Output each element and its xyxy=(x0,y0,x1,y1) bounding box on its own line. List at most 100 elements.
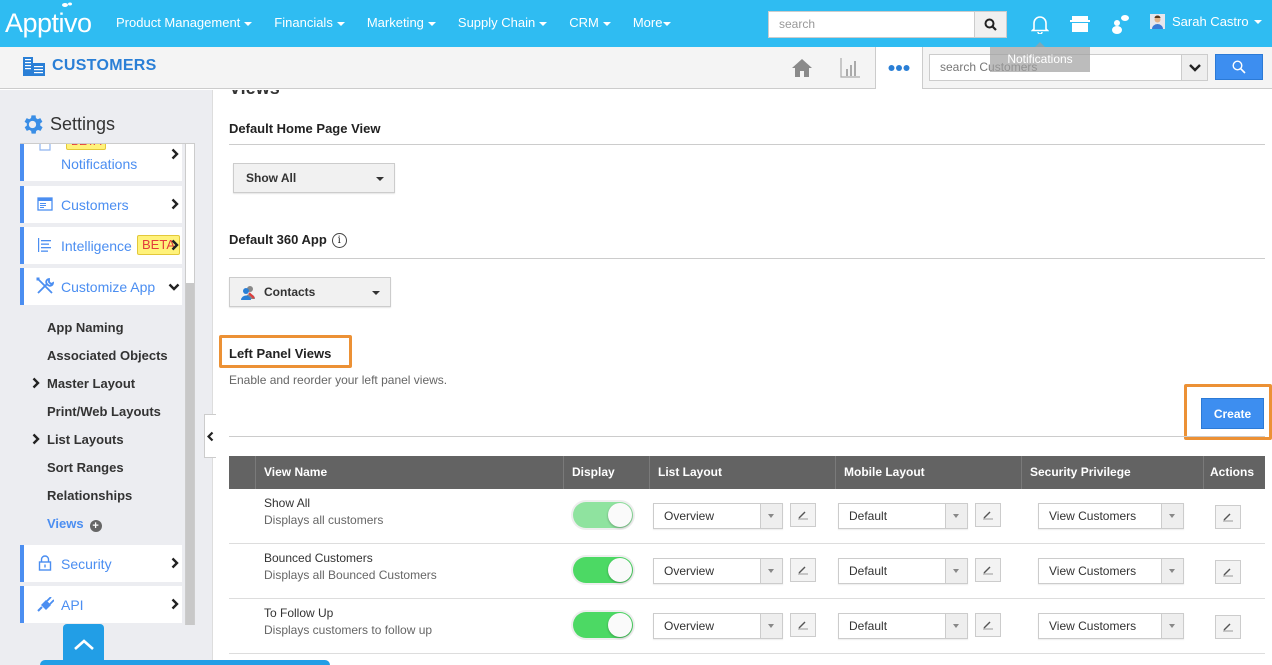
view-description: Displays all customers xyxy=(264,513,384,527)
edit-mobile-layout-button[interactable] xyxy=(975,558,1001,582)
column-header-actions[interactable]: Actions xyxy=(1203,456,1265,489)
view-name: Show All xyxy=(264,496,311,510)
sidebar-subitem-sort-ranges[interactable]: Sort Ranges xyxy=(47,460,124,475)
column-header-mobile-layout[interactable]: Mobile Layout xyxy=(835,456,1021,489)
store-icon xyxy=(1070,16,1090,32)
sidebar-item-label: Customers xyxy=(61,196,129,213)
scrollbar-thumb[interactable] xyxy=(186,283,194,625)
edit-mobile-layout-button[interactable] xyxy=(975,613,1001,637)
sidebar-item-label: API xyxy=(61,596,84,613)
avatar xyxy=(1150,14,1165,29)
home-button[interactable] xyxy=(778,47,826,88)
sidebar-subitem-master-layout[interactable]: Master Layout xyxy=(47,376,135,391)
edit-view-button[interactable] xyxy=(1215,505,1241,529)
info-icon[interactable]: i xyxy=(331,233,347,248)
menu-more[interactable]: More xyxy=(633,15,672,30)
edit-list-layout-button[interactable] xyxy=(790,613,816,637)
apptivo-logo[interactable]: Apptivo xyxy=(5,2,92,39)
edit-mobile-layout-button[interactable] xyxy=(975,503,1001,527)
menu-financials[interactable]: Financials xyxy=(274,15,345,30)
app-store-button[interactable] xyxy=(1069,13,1091,35)
column-header-security-privilege[interactable]: Security Privilege xyxy=(1021,456,1203,489)
search-icon xyxy=(984,18,997,31)
sidebar-item-customize-app[interactable]: Customize App xyxy=(20,268,182,305)
sidebar-subitem-views[interactable]: Views + xyxy=(47,516,102,532)
sidebar-item-api[interactable]: API xyxy=(20,586,182,623)
security-privilege-select[interactable]: View Customers xyxy=(1038,503,1184,529)
chevron-right-icon[interactable] xyxy=(32,433,40,445)
menu-supply-chain[interactable]: Supply Chain xyxy=(458,15,548,30)
chevron-right-icon[interactable] xyxy=(32,377,40,389)
list-layout-select[interactable]: Overview xyxy=(653,558,783,584)
display-toggle[interactable] xyxy=(573,502,633,528)
chevron-left-icon xyxy=(207,431,214,441)
pencil-icon xyxy=(798,511,808,520)
caret-down-icon xyxy=(602,21,611,26)
caret-down-icon xyxy=(1161,614,1183,638)
sidebar-subitem-associated-objects[interactable]: Associated Objects xyxy=(47,348,168,363)
reports-button[interactable] xyxy=(826,47,874,88)
edit-list-layout-button[interactable] xyxy=(790,558,816,582)
user-avatar-icon xyxy=(1150,14,1165,29)
chat-users-icon xyxy=(1112,15,1129,34)
edit-view-button[interactable] xyxy=(1215,615,1241,639)
app-title[interactable]: CUSTOMERS xyxy=(22,56,157,76)
pencil-icon xyxy=(983,511,993,520)
search-filter-dropdown[interactable] xyxy=(1181,54,1208,81)
column-header-view-name[interactable]: View Name xyxy=(255,456,563,489)
sidebar-subitem-relationships[interactable]: Relationships xyxy=(47,488,132,503)
display-toggle[interactable] xyxy=(573,612,633,638)
global-search-button[interactable] xyxy=(974,11,1007,38)
security-privilege-select[interactable]: View Customers xyxy=(1038,613,1184,639)
mobile-layout-select[interactable]: Default xyxy=(838,503,968,529)
caret-down-icon xyxy=(945,614,967,638)
menu-product-management[interactable]: Product Management xyxy=(116,15,253,30)
add-view-icon[interactable]: + xyxy=(89,520,102,532)
column-header-display[interactable]: Display xyxy=(563,456,649,489)
display-toggle[interactable] xyxy=(573,557,633,583)
edit-view-button[interactable] xyxy=(1215,560,1241,584)
more-button[interactable] xyxy=(875,47,923,89)
collapse-sidebar-button[interactable] xyxy=(204,414,216,458)
caret-down-icon xyxy=(663,21,672,26)
view-name: Bounced Customers xyxy=(264,551,373,565)
sidebar-subitem-print-web-layouts[interactable]: Print/Web Layouts xyxy=(47,404,161,419)
menu-crm[interactable]: CRM xyxy=(569,15,611,30)
sidebar-item-security[interactable]: Security xyxy=(20,545,182,582)
security-privilege-select[interactable]: View Customers xyxy=(1038,558,1184,584)
sidebar-item-intelligence[interactable]: Intelligence BETA xyxy=(20,227,182,264)
mobile-layout-select[interactable]: Default xyxy=(838,558,968,584)
top-navbar: Apptivo Product Management Financials Ma… xyxy=(0,0,1272,47)
user-menu[interactable]: Sarah Castro xyxy=(1150,14,1262,29)
collaboration-button[interactable] xyxy=(1109,13,1131,35)
window-icon xyxy=(36,196,54,212)
edit-list-layout-button[interactable] xyxy=(790,503,816,527)
list-layout-select[interactable]: Overview xyxy=(653,503,783,529)
mobile-layout-select[interactable]: Default xyxy=(838,613,968,639)
main-content: Views Default Home Page View Show All De… xyxy=(214,90,1272,665)
logo-text: Apptivo xyxy=(5,8,92,38)
sidebar-item-customers[interactable]: Customers xyxy=(20,186,182,223)
sidebar-scrollbar[interactable] xyxy=(185,143,195,625)
customer-search-button[interactable] xyxy=(1215,54,1263,80)
create-view-button[interactable]: Create xyxy=(1201,398,1264,429)
gear-icon xyxy=(24,115,43,134)
sidebar-item-label: Security xyxy=(61,555,112,572)
default-360-app-dropdown[interactable]: Contacts xyxy=(229,277,391,307)
sidebar-subitem-app-naming[interactable]: App Naming xyxy=(47,320,124,335)
caret-down-icon xyxy=(376,177,384,181)
sidebar-subitem-list-layouts[interactable]: List Layouts xyxy=(47,432,124,447)
menu-marketing[interactable]: Marketing xyxy=(367,15,436,30)
scroll-to-top-button[interactable] xyxy=(63,624,104,665)
default-home-view-dropdown[interactable]: Show All xyxy=(233,163,395,193)
views-table: View Name Display List Layout Mobile Lay… xyxy=(229,456,1265,654)
user-name: Sarah Castro xyxy=(1172,14,1249,29)
global-search-input[interactable]: search xyxy=(768,11,975,38)
caret-down-icon xyxy=(1253,19,1262,24)
left-panel-views-description: Enable and reorder your left panel views… xyxy=(229,373,448,387)
list-layout-select[interactable]: Overview xyxy=(653,613,783,639)
column-header-list-layout[interactable]: List Layout xyxy=(649,456,835,489)
sidebar-item-notifications[interactable]: BETA Notifications xyxy=(20,144,182,181)
notifications-button[interactable] xyxy=(1029,13,1051,35)
chevron-down-icon xyxy=(1188,63,1201,72)
